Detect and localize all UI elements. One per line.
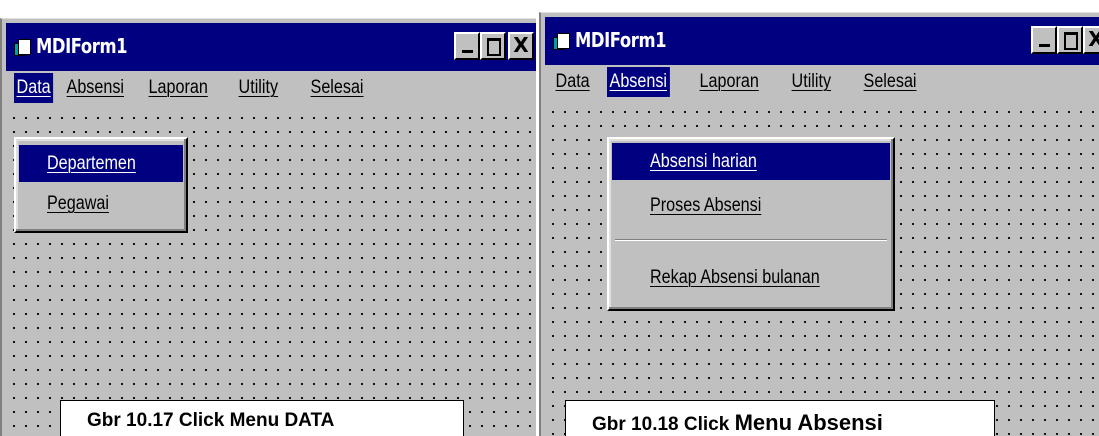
app-icon[interactable] [553,31,571,50]
mdi-window-2: MDIForm1 X Data Absensi Laporan Utility … [539,12,1099,436]
menu-data[interactable]: Data [553,67,592,97]
menu-utility[interactable]: Utility [236,73,281,103]
window-title: MDIForm1 [575,28,667,52]
absensi-dropdown-menu: Absensi harian Proses Absensi Rekap Abse… [607,137,895,311]
close-button[interactable]: X [1083,26,1099,54]
menu-utility[interactable]: Utility [789,67,834,97]
minimize-button[interactable] [454,32,480,60]
window-title: MDIForm1 [36,34,128,58]
title-bar[interactable]: MDIForm1 X [545,17,1099,65]
menu-bar: Data Absensi Laporan Utility Selesai [545,65,1099,99]
figure-caption: Gbr 10.18 Click Menu Absensi [565,400,995,436]
menu-selesai[interactable]: Selesai [308,73,366,103]
menu-separator [615,239,887,241]
minimize-button[interactable] [1031,26,1057,54]
menu-item-absensi-harian[interactable]: Absensi harian [612,143,890,180]
menu-absensi[interactable]: Absensi [607,67,670,97]
menu-bar: Data Absensi Laporan Utility Selesai [6,71,536,105]
menu-item-proses-absensi[interactable]: Proses Absensi [612,187,890,224]
menu-item-pegawai[interactable]: Pegawai [19,185,183,222]
figure-caption: Gbr 10.17 Click Menu DATA [60,400,464,436]
menu-laporan[interactable]: Laporan [146,73,210,103]
maximize-button[interactable] [480,32,506,60]
data-dropdown-menu: Departemen Pegawai [14,137,188,233]
maximize-button[interactable] [1057,26,1083,54]
menu-item-rekap-absensi-bulanan[interactable]: Rekap Absensi bulanan [612,259,890,296]
caption-suffix: Menu Absensi [734,410,883,435]
close-button[interactable]: X [508,32,534,60]
menu-item-departemen[interactable]: Departemen [19,145,183,182]
mdi-window-1: MDIForm1 X Data Absensi Laporan Utility … [0,18,536,436]
menu-absensi[interactable]: Absensi [64,73,127,103]
menu-laporan[interactable]: Laporan [697,67,761,97]
menu-data[interactable]: Data [14,73,54,103]
title-bar[interactable]: MDIForm1 X [6,23,536,71]
menu-selesai[interactable]: Selesai [861,67,919,97]
caption-prefix: Gbr 10.18 Click [592,414,735,435]
app-icon[interactable] [14,37,32,56]
